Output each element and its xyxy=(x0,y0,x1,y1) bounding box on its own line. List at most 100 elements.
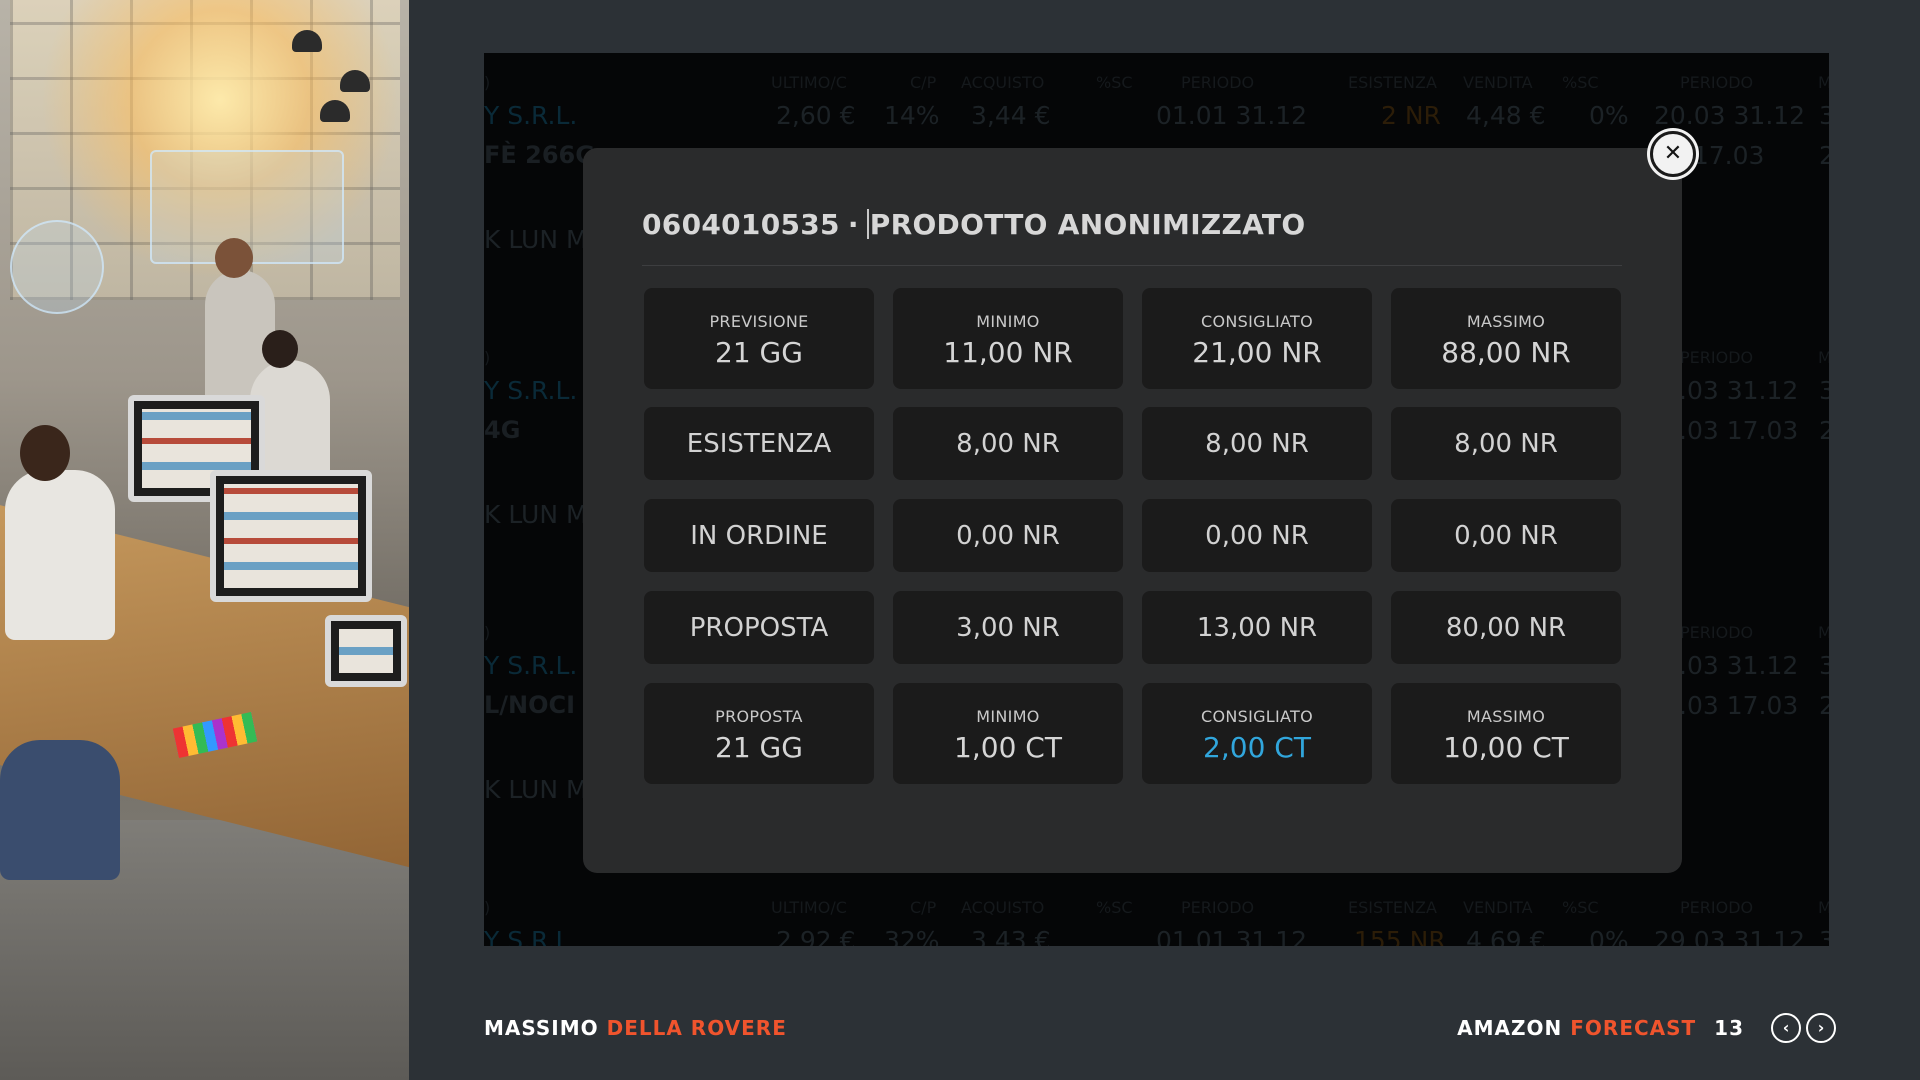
card-value: 21 GG xyxy=(715,336,803,369)
row-label: ESISTENZA xyxy=(686,428,832,459)
cell-value: 8,00 NR xyxy=(1454,428,1558,459)
person-figure xyxy=(5,470,115,640)
product-forecast-modal: 0604010535 · PRODOTTO ANONIMIZZATO PREVISI… xyxy=(583,148,1682,873)
stock-max-cell: 8,00 NR xyxy=(1391,407,1621,480)
proposal-days-card: PROPOSTA 21 GG xyxy=(644,683,874,784)
hologram-dial xyxy=(10,220,104,314)
next-slide-button[interactable]: › xyxy=(1806,1013,1836,1043)
table-cell: 2,60 € xyxy=(776,101,856,130)
table-cell: 20.03 31.12 xyxy=(1654,101,1806,130)
modal-title: 0604010535 · PRODOTTO ANONIMIZZATO xyxy=(642,208,1632,241)
card-value: 21 GG xyxy=(715,731,803,764)
cell-value: 3,00 NR xyxy=(956,612,1060,643)
close-button[interactable]: ✕ xyxy=(1650,131,1696,177)
table-cell: 01.01 31.12 xyxy=(1156,101,1308,130)
footer-title-highlight: FORECAST xyxy=(1570,1016,1697,1040)
row-label: IN ORDINE xyxy=(690,520,828,551)
forecast-days-card: PREVISIONE 21 GG xyxy=(644,288,874,389)
column-header: PERIODO xyxy=(1181,73,1255,92)
proposal-min-cell: 3,00 NR xyxy=(893,591,1123,664)
column-header: ULTIMO/C xyxy=(771,73,847,92)
pendant-lamp-icon xyxy=(340,70,370,92)
office-illustration xyxy=(0,0,409,1080)
stock-label-cell: ESISTENZA xyxy=(644,407,874,480)
card-label: PROPOSTA xyxy=(715,707,803,726)
proposal-label-cell: PROPOSTA xyxy=(644,591,874,664)
stock-recommended-cell: 8,00 NR xyxy=(1142,407,1372,480)
proposal-recommended-card[interactable]: CONSIGLIATO 2,00 CT xyxy=(1142,683,1372,784)
card-value: 10,00 CT xyxy=(1443,731,1569,764)
column-header: C/P xyxy=(910,73,937,92)
proposal-recommended-cell: 13,00 NR xyxy=(1142,591,1372,664)
product-name[interactable]: PRODOTTO ANONIMIZZATO xyxy=(870,208,1306,241)
table-cell: 14% xyxy=(884,101,940,130)
column-header: %SC xyxy=(1562,73,1599,92)
card-value: 21,00 NR xyxy=(1192,336,1322,369)
title-separator: · xyxy=(847,208,859,241)
previous-slide-button[interactable]: ‹ xyxy=(1771,1013,1801,1043)
proposal-maximum-card: MASSIMO 10,00 CT xyxy=(1391,683,1621,784)
proposal-max-cell: 80,00 NR xyxy=(1391,591,1621,664)
column-header: VENDITA xyxy=(1463,73,1533,92)
author-first-name: MASSIMO xyxy=(484,1016,599,1040)
card-label: CONSIGLIATO xyxy=(1200,312,1313,331)
footer-title: AMAZON FORECAST 13 xyxy=(1457,1016,1744,1040)
person-head xyxy=(215,238,253,278)
on-order-min-cell: 0,00 NR xyxy=(893,499,1123,572)
card-label: PREVISIONE xyxy=(709,312,809,331)
card-label: MINIMO xyxy=(976,707,1040,726)
person-figure xyxy=(0,740,120,880)
close-icon: ✕ xyxy=(1663,141,1683,166)
title-divider xyxy=(642,265,1622,266)
column-header: M xyxy=(1818,73,1829,92)
page-number: 13 xyxy=(1714,1016,1744,1040)
recommended-card: CONSIGLIATO 21,00 NR xyxy=(1142,288,1372,389)
person-head xyxy=(20,425,70,481)
author-last-name: DELLA ROVERE xyxy=(606,1016,787,1040)
table-cell: 3,44 € xyxy=(971,101,1051,130)
column-header: ESISTENZA xyxy=(1348,73,1437,92)
person-head xyxy=(262,330,298,368)
cell-value: 0,00 NR xyxy=(1205,520,1309,551)
cell-value: 13,00 NR xyxy=(1196,612,1318,643)
recommended-value: 2,00 CT xyxy=(1203,731,1311,764)
card-value: 11,00 NR xyxy=(943,336,1073,369)
row-label: PROPOSTA xyxy=(689,612,829,643)
chevron-right-icon: › xyxy=(1817,1018,1825,1037)
text-cursor xyxy=(866,209,869,239)
card-value: 88,00 NR xyxy=(1441,336,1571,369)
table-cell: 2 xyxy=(1819,141,1829,170)
product-name: FÈ 266G xyxy=(484,141,595,169)
column-header: %SC xyxy=(1096,73,1133,92)
cell-value: 80,00 NR xyxy=(1445,612,1567,643)
table-cell: 4,48 € xyxy=(1466,101,1546,130)
footer-author: MASSIMO DELLA ROVERE xyxy=(484,1016,787,1040)
pendant-lamp-icon xyxy=(320,100,350,122)
product-code: 0604010535 xyxy=(642,208,840,241)
cell-value: 8,00 NR xyxy=(956,428,1060,459)
column-header: ACQUISTO xyxy=(961,73,1045,92)
supplier-name: Y S.R.L. xyxy=(484,101,578,130)
slide: ) ULTIMO/C C/P ACQUISTO %SC PERIODO ESIS… xyxy=(0,0,1920,1080)
card-label: MASSIMO xyxy=(1466,312,1546,331)
on-order-label-cell: IN ORDINE xyxy=(644,499,874,572)
chevron-left-icon: ‹ xyxy=(1782,1018,1790,1037)
pendant-lamp-icon xyxy=(292,30,322,52)
column-header: PERIODO xyxy=(1680,73,1754,92)
card-label: CONSIGLIATO xyxy=(1200,707,1313,726)
proposal-minimum-card: MINIMO 1,00 CT xyxy=(893,683,1123,784)
on-order-recommended-cell: 0,00 NR xyxy=(1142,499,1372,572)
card-label: MASSIMO xyxy=(1466,707,1546,726)
card-value: 1,00 CT xyxy=(954,731,1062,764)
cell-value: 8,00 NR xyxy=(1205,428,1309,459)
cell-value: 0,00 NR xyxy=(956,520,1060,551)
table-cell: 3 xyxy=(1819,101,1829,130)
footer-title-first: AMAZON xyxy=(1457,1016,1563,1040)
on-order-max-cell: 0,00 NR xyxy=(1391,499,1621,572)
table-cell: 2 NR xyxy=(1381,101,1441,130)
card-label: MINIMO xyxy=(976,312,1040,331)
cell-value: 0,00 NR xyxy=(1454,520,1558,551)
maximum-card: MASSIMO 88,00 NR xyxy=(1391,288,1621,389)
table-cell: 0% xyxy=(1589,101,1629,130)
minimum-card: MINIMO 11,00 NR xyxy=(893,288,1123,389)
